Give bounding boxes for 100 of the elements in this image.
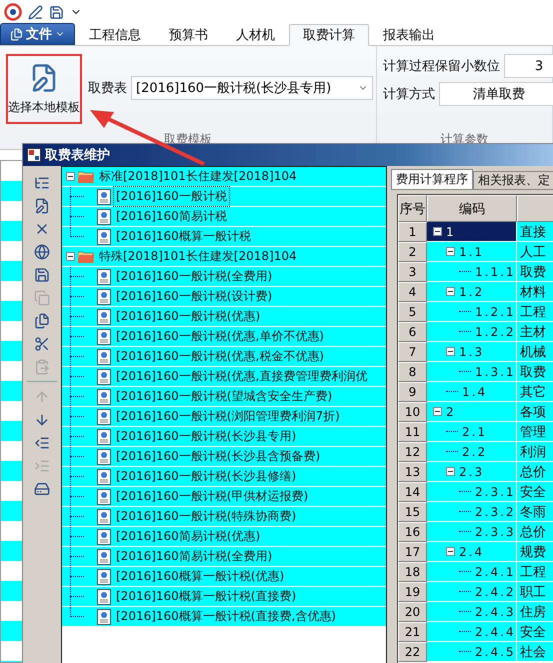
code-cell[interactable]: 1.2: [427, 282, 517, 302]
code-cell[interactable]: 2.3.2: [427, 502, 517, 522]
code-cell[interactable]: 2.4.1: [427, 562, 517, 582]
name-cell: 取费: [517, 262, 553, 282]
row-number: 8: [398, 362, 427, 382]
fee-table-dropdown[interactable]: [2016]160一般计税(长沙县专用): [131, 76, 373, 100]
code-cell[interactable]: 1.2.2: [427, 322, 517, 342]
up-arrow-icon: [34, 388, 50, 404]
code-cell[interactable]: 1.3.1: [427, 362, 517, 382]
select-template-button[interactable]: 选择本地模板: [6, 54, 82, 124]
folder-icon: [78, 170, 94, 183]
down-arrow-icon: [34, 412, 50, 428]
row-number: 21: [398, 622, 427, 642]
row-number: 20: [398, 602, 427, 622]
row-number: 6: [398, 322, 427, 342]
row-number: 2: [398, 242, 427, 262]
ribbon-tab[interactable]: 预算书: [155, 23, 222, 45]
code-cell[interactable]: 1.3: [427, 342, 517, 362]
name-cell: 机械: [517, 342, 553, 362]
row-number: 7: [398, 342, 427, 362]
collapse-icon[interactable]: [433, 227, 442, 236]
code-cell[interactable]: 2.3.3: [427, 522, 517, 542]
code-cell[interactable]: 2.3: [427, 462, 517, 482]
name-cell: 总价: [517, 522, 553, 542]
column-header: 序号: [398, 195, 427, 222]
folder-icon: [78, 250, 94, 263]
row-number: 15: [398, 502, 427, 522]
name-cell: 取费: [517, 362, 553, 382]
name-cell: 其它: [517, 382, 553, 402]
row-number: 19: [398, 582, 427, 602]
ribbon-tab[interactable]: 工程信息: [75, 23, 155, 45]
cut-icon: [34, 336, 50, 352]
name-cell: 职工: [517, 582, 553, 602]
name-cell: 住房: [517, 602, 553, 622]
code-cell[interactable]: 1.2.1: [427, 302, 517, 322]
decimals-dropdown[interactable]: 3: [504, 54, 553, 78]
outdent-icon: [34, 434, 50, 450]
indent-icon: [34, 458, 50, 474]
name-cell: 规费: [517, 542, 553, 562]
name-cell: 主材: [517, 322, 553, 342]
collapse-icon[interactable]: [446, 247, 455, 256]
row-number: 1: [398, 222, 427, 242]
row-number: 12: [398, 442, 427, 462]
dialog-tab[interactable]: 费用计算程序: [391, 169, 473, 189]
code-cell[interactable]: 1.4: [427, 382, 517, 402]
collapse-icon[interactable]: [66, 252, 75, 261]
code-cell[interactable]: 1.1: [427, 242, 517, 262]
column-header: 编码: [427, 195, 517, 222]
code-cell[interactable]: 2.4.4: [427, 622, 517, 642]
files-icon: [34, 312, 50, 328]
collapse-icon[interactable]: [446, 467, 455, 476]
window-title: 取费表维护: [45, 146, 110, 164]
copy-icon: [34, 290, 50, 306]
collapse-icon[interactable]: [446, 547, 455, 556]
file-menu-button[interactable]: 文件: [0, 23, 75, 45]
row-number: 14: [398, 482, 427, 502]
save-icon[interactable]: [49, 4, 64, 20]
collapse-icon[interactable]: [66, 172, 75, 181]
code-cell[interactable]: 2.4: [427, 542, 517, 562]
row-number: 9: [398, 382, 427, 402]
code-cell[interactable]: 2.4.5: [427, 642, 517, 662]
edit-icon: [34, 198, 50, 214]
edit-icon[interactable]: [28, 4, 43, 20]
code-cell[interactable]: 2.4.2: [427, 582, 517, 602]
row-number: 10: [398, 402, 427, 422]
code-cell[interactable]: 2.4.3: [427, 602, 517, 622]
row-number: 3: [398, 262, 427, 282]
name-cell: 直接: [517, 222, 553, 242]
code-cell[interactable]: 2.3.1: [427, 482, 517, 502]
code-cell[interactable]: 1.1.1: [427, 262, 517, 282]
ribbon-tab[interactable]: 人材机: [222, 23, 289, 45]
row-number: 17: [398, 542, 427, 562]
ribbon-tab[interactable]: 报表输出: [369, 23, 449, 45]
method-label: 计算方式: [383, 86, 435, 103]
save-icon: [34, 266, 50, 282]
name-cell: 冬雨: [517, 502, 553, 522]
collapse-icon[interactable]: [446, 347, 455, 356]
collapse-icon[interactable]: [446, 287, 455, 296]
globe-icon: [34, 244, 50, 260]
name-cell: 安全: [517, 482, 553, 502]
name-cell: 安全: [517, 622, 553, 642]
fee-table-label: 取费表: [88, 80, 127, 97]
row-number: 22: [398, 642, 427, 662]
row-number: 18: [398, 562, 427, 582]
code-cell[interactable]: 2.2: [427, 442, 517, 462]
code-cell[interactable]: 2: [427, 402, 517, 422]
code-cell[interactable]: 2.1: [427, 422, 517, 442]
tree-icon: [34, 174, 50, 190]
file-icon: [10, 28, 23, 40]
row-number: 16: [398, 522, 427, 542]
decimals-label: 计算过程保留小数位: [383, 58, 500, 75]
name-cell: 社会: [517, 642, 553, 662]
row-number: 11: [398, 422, 427, 442]
method-dropdown[interactable]: 清单取费: [439, 82, 553, 106]
code-cell[interactable]: 1: [427, 222, 517, 242]
app-logo-icon[interactable]: [4, 3, 22, 21]
collapse-icon[interactable]: [433, 407, 442, 416]
row-number: 4: [398, 282, 427, 302]
ribbon-tab[interactable]: 取费计算: [289, 24, 369, 46]
dialog-tab[interactable]: 相关报表、定: [473, 171, 553, 189]
